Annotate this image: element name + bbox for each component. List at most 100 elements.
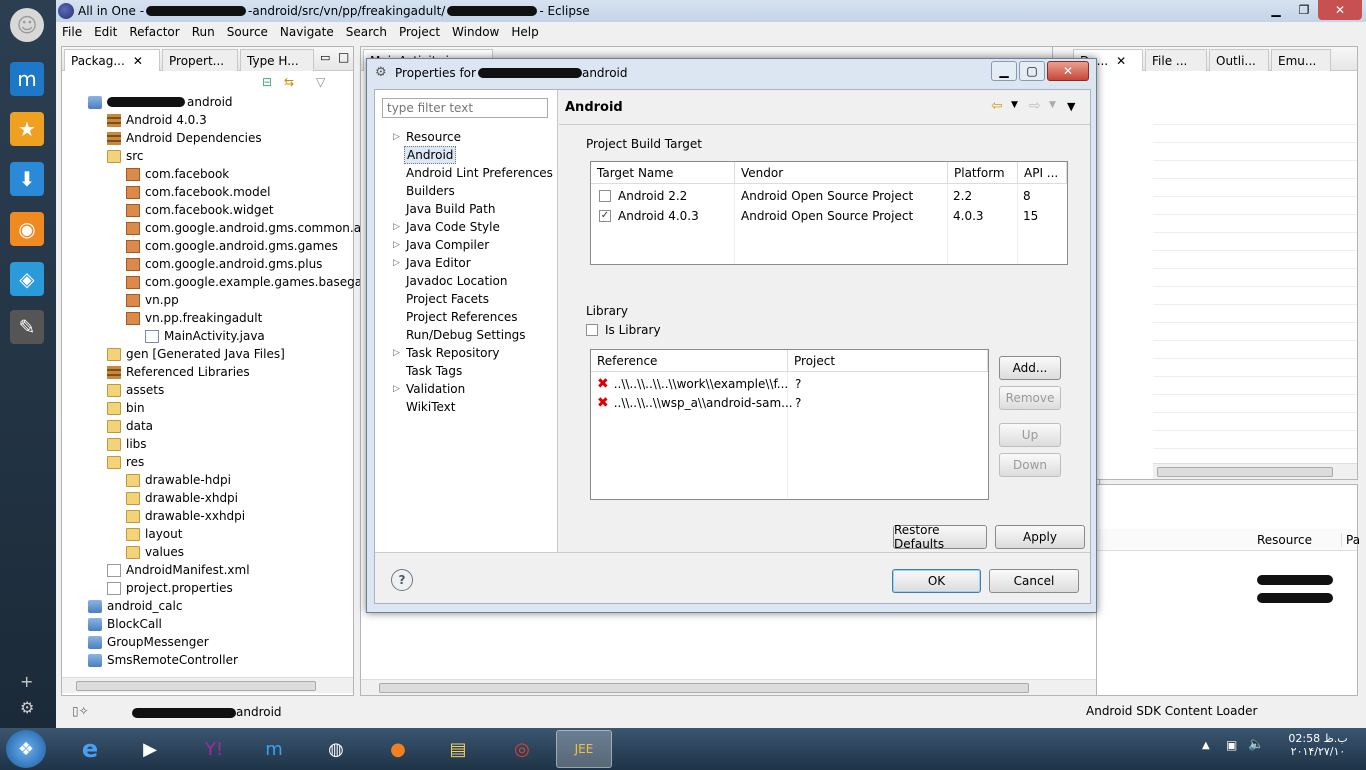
expand-arrow-icon[interactable]: ▷ bbox=[393, 384, 400, 394]
dialog-maximize-button[interactable]: ▢ bbox=[1019, 61, 1045, 81]
dialog-minimize-button[interactable]: ▁ bbox=[991, 61, 1017, 81]
tree-item[interactable]: drawable-xxhdpi bbox=[126, 507, 245, 525]
menu-help[interactable]: Help bbox=[511, 25, 538, 39]
up-button[interactable]: Up bbox=[999, 423, 1061, 447]
collapse-all-icon[interactable]: ⊟ bbox=[262, 75, 272, 89]
nav-item[interactable]: Android Lint Preferences bbox=[406, 164, 553, 182]
is-library-checkbox[interactable]: Is Library bbox=[586, 323, 661, 337]
menu-refactor[interactable]: Refactor bbox=[129, 25, 179, 39]
devices-scrollbar[interactable] bbox=[1153, 463, 1357, 479]
nav-item[interactable]: Javadoc Location bbox=[406, 272, 507, 290]
tree-item[interactable]: SmsRemoteController bbox=[88, 651, 238, 669]
tree-item[interactable]: bin bbox=[107, 399, 145, 417]
tree-item[interactable]: Android 4.0.3 bbox=[107, 111, 207, 129]
tray-expand-icon[interactable]: ▲ bbox=[1202, 740, 1210, 751]
nav-item[interactable]: Resource bbox=[406, 128, 461, 146]
expand-arrow-icon[interactable]: ▷ bbox=[393, 132, 400, 142]
editor-scrollbar[interactable] bbox=[361, 679, 1099, 695]
tree-item[interactable]: layout bbox=[126, 525, 182, 543]
file-explorer-icon[interactable]: ▤ bbox=[430, 730, 486, 768]
menu-navigate[interactable]: Navigate bbox=[280, 25, 334, 39]
forward-arrow-icon[interactable]: ⇨ bbox=[1029, 98, 1041, 114]
help-icon[interactable]: ? bbox=[391, 569, 413, 591]
tree-item[interactable]: libs bbox=[107, 435, 147, 453]
tree-item[interactable]: com.google.android.gms.plus bbox=[126, 255, 322, 273]
library-row[interactable]: ✖ ..\\..\\..\\..\\work\\example\\f... bbox=[597, 374, 788, 394]
nav-item[interactable]: Java Compiler bbox=[406, 236, 489, 254]
tree-item[interactable]: android bbox=[88, 93, 233, 111]
add-library-button[interactable]: Add... bbox=[999, 356, 1061, 380]
nav-item[interactable]: Run/Debug Settings bbox=[406, 326, 526, 344]
expand-arrow-icon[interactable]: ▷ bbox=[393, 222, 400, 232]
star-icon[interactable]: ★ bbox=[10, 112, 44, 146]
nav-item[interactable]: Project References bbox=[406, 308, 518, 326]
api-header[interactable]: API ... bbox=[1018, 162, 1067, 184]
back-dropdown-icon[interactable]: ▼ bbox=[1011, 100, 1018, 110]
chrome-icon[interactable]: ◎ bbox=[494, 730, 550, 768]
chat-icon[interactable]: ◈ bbox=[10, 262, 44, 296]
view-menu-icon[interactable]: ▽ bbox=[316, 75, 325, 89]
target-row[interactable]: ✓ Android 4.0.3 bbox=[599, 206, 699, 226]
library-row[interactable]: ✖ ..\\..\\..\\wsp_a\\android-sam... bbox=[597, 393, 793, 413]
tree-item[interactable]: gen [Generated Java Files] bbox=[107, 345, 285, 363]
media-player-icon[interactable]: ▶ bbox=[122, 730, 178, 768]
tree-item[interactable]: drawable-xhdpi bbox=[126, 489, 238, 507]
internet-explorer-icon[interactable]: e bbox=[62, 730, 118, 768]
apply-button[interactable]: Apply bbox=[995, 525, 1085, 549]
expand-arrow-icon[interactable]: ▷ bbox=[393, 240, 400, 250]
tree-item[interactable]: BlockCall bbox=[88, 615, 162, 633]
tree-item[interactable]: android_calc bbox=[88, 597, 182, 615]
target-name-header[interactable]: Target Name bbox=[591, 162, 735, 184]
tree-item[interactable]: Android Dependencies bbox=[107, 129, 262, 147]
tree-item[interactable]: project.properties bbox=[107, 579, 233, 597]
nav-item[interactable]: Validation bbox=[406, 380, 465, 398]
ok-button[interactable]: OK bbox=[892, 569, 981, 593]
build-target-table[interactable]: Target Name Vendor Platform API ... Andr… bbox=[590, 161, 1068, 265]
notepad-icon[interactable]: ✎ bbox=[10, 310, 44, 344]
maxthon-taskbar-icon[interactable]: m bbox=[246, 730, 302, 768]
library-table[interactable]: Reference Project ✖ ..\\..\\..\\..\\work\… bbox=[590, 349, 989, 500]
nav-item[interactable]: Task Tags bbox=[406, 362, 462, 380]
menu-file[interactable]: File bbox=[62, 25, 82, 39]
firefox-icon[interactable]: ● bbox=[370, 730, 426, 768]
tree-item[interactable]: AndroidManifest.xml bbox=[107, 561, 250, 579]
nav-item[interactable]: Project Facets bbox=[406, 290, 489, 308]
nav-item[interactable]: Task Repository bbox=[406, 344, 500, 362]
network-icon[interactable]: ▣ bbox=[1226, 738, 1237, 752]
back-arrow-icon[interactable]: ⇦ bbox=[991, 98, 1003, 114]
tree-item[interactable]: data bbox=[107, 417, 153, 435]
resource-column-header[interactable]: Resource bbox=[1257, 533, 1312, 547]
tree-item[interactable]: com.facebook bbox=[126, 165, 229, 183]
tree-scrollbar[interactable] bbox=[62, 677, 353, 693]
tab-emulator[interactable]: Emu... bbox=[1271, 49, 1331, 71]
tree-item[interactable]: com.google.android.gms.games bbox=[126, 237, 338, 255]
globe-icon[interactable]: ◍ bbox=[308, 730, 364, 768]
eclipse-taskbar-icon[interactable]: JEE bbox=[556, 730, 612, 768]
tree-item[interactable]: MainActivity.java bbox=[145, 327, 265, 345]
yahoo-messenger-icon[interactable]: Y! bbox=[186, 730, 242, 768]
tree-item[interactable]: drawable-hdpi bbox=[126, 471, 231, 489]
restore-button[interactable]: ❐ bbox=[1290, 0, 1318, 20]
tree-item[interactable]: src bbox=[107, 147, 144, 165]
tree-item[interactable]: com.facebook.model bbox=[126, 183, 270, 201]
tab-properties[interactable]: Propert... bbox=[162, 49, 238, 71]
nav-item[interactable]: Java Editor bbox=[406, 254, 471, 272]
download-icon[interactable]: ⬇ bbox=[10, 162, 44, 196]
menu-edit[interactable]: Edit bbox=[94, 25, 117, 39]
nav-item[interactable]: Java Build Path bbox=[406, 200, 495, 218]
nav-item[interactable]: Builders bbox=[406, 182, 455, 200]
tab-outline[interactable]: Outli... bbox=[1209, 49, 1269, 71]
add-icon[interactable]: + bbox=[20, 672, 33, 691]
close-button[interactable]: ✕ bbox=[1318, 0, 1362, 20]
tab-type-hierarchy[interactable]: Type H... bbox=[240, 49, 314, 71]
remove-library-button[interactable]: Remove bbox=[999, 386, 1061, 410]
maxthon-icon[interactable]: m bbox=[10, 62, 44, 96]
volume-icon[interactable]: 🔈 bbox=[1248, 737, 1264, 752]
tab-file-explorer[interactable]: File ... bbox=[1145, 49, 1207, 71]
minimize-view-icon[interactable]: ▭ bbox=[320, 51, 330, 64]
menu-source[interactable]: Source bbox=[227, 25, 268, 39]
menu-window[interactable]: Window bbox=[452, 25, 499, 39]
expand-arrow-icon[interactable]: ▷ bbox=[393, 348, 400, 358]
start-button[interactable]: ❖ bbox=[6, 730, 46, 768]
tab-package-explorer[interactable]: Packag... ✕ bbox=[64, 49, 160, 71]
